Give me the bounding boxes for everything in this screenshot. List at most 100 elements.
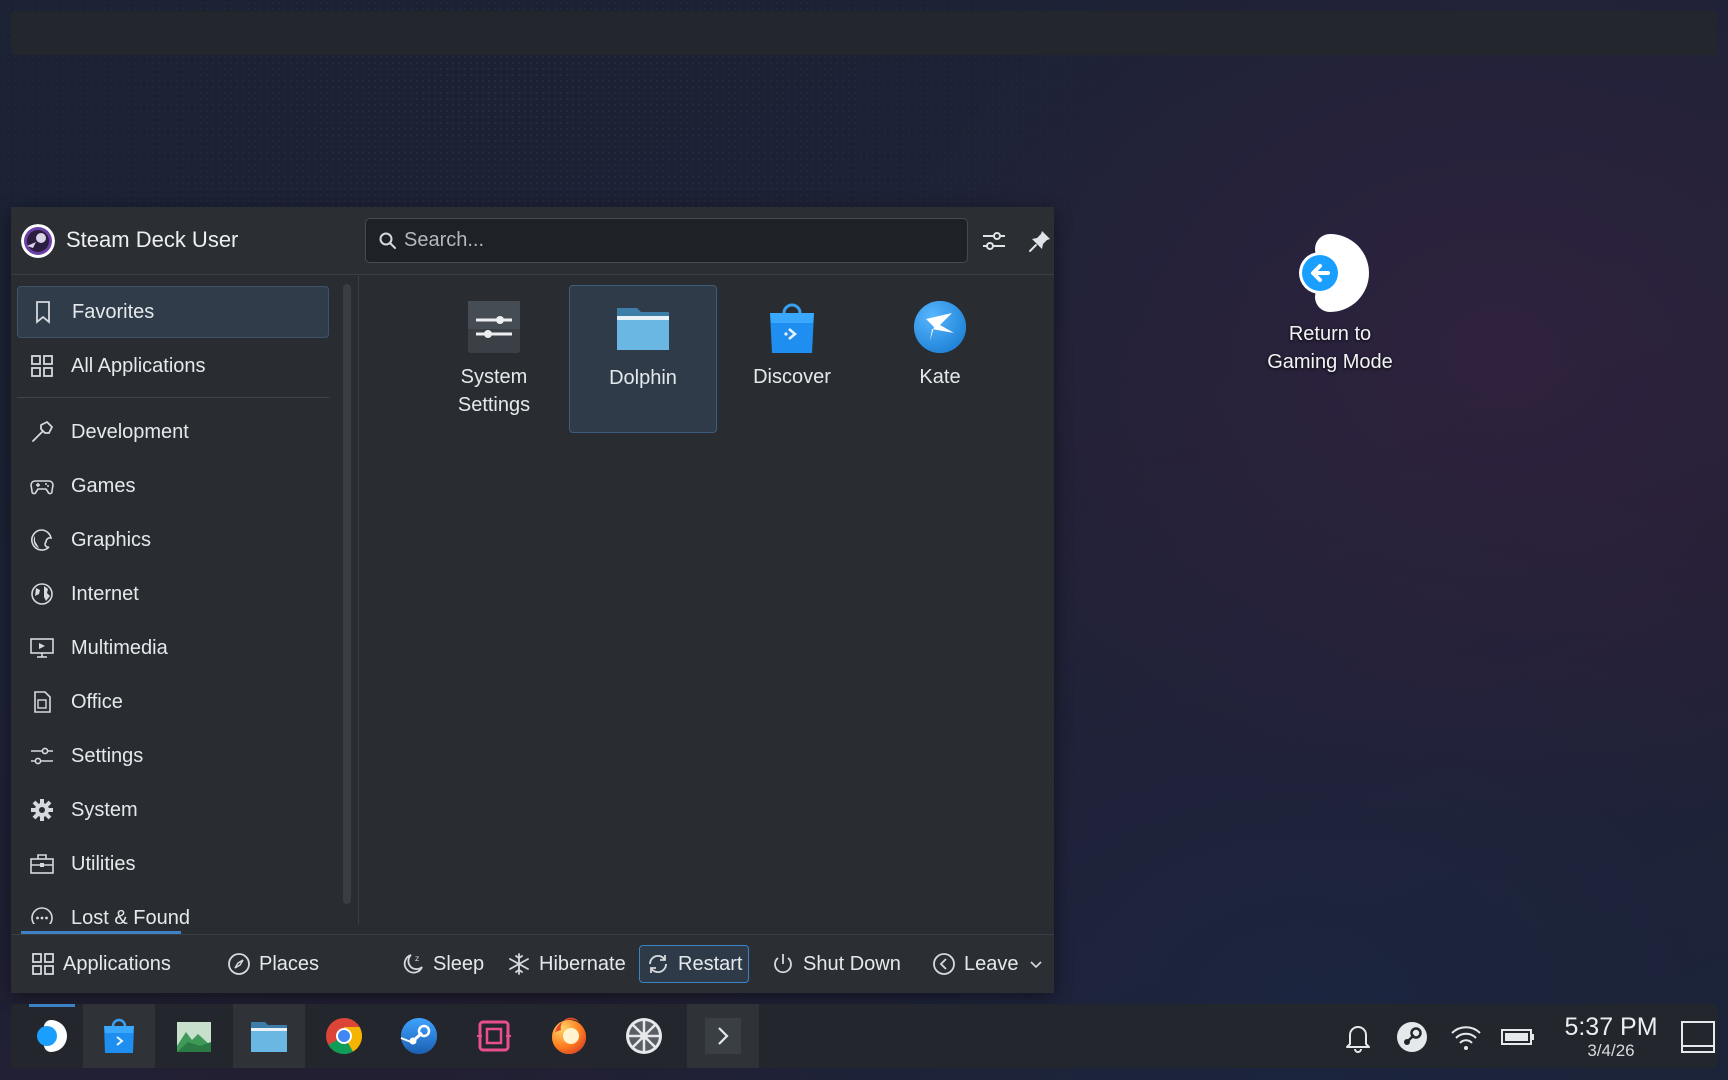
- user-avatar[interactable]: [21, 224, 55, 258]
- shutdown-button[interactable]: Shut Down: [765, 945, 907, 983]
- gear-icon: [31, 799, 53, 821]
- hammer-icon: [32, 421, 53, 442]
- terminal-icon: [705, 1018, 741, 1054]
- app-system-settings[interactable]: System Settings: [420, 285, 568, 433]
- clock-time: 5:37 PM: [1564, 1013, 1658, 1041]
- svg-text:z: z: [415, 954, 419, 963]
- firefox-icon: [552, 1017, 586, 1054]
- hibernate-button[interactable]: Hibernate: [501, 945, 632, 983]
- sliders-icon: [31, 747, 53, 765]
- bookmark-icon: [36, 301, 50, 324]
- sidebar-item-graphics[interactable]: Graphics: [17, 514, 329, 566]
- app-kate[interactable]: Kate: [866, 285, 1014, 433]
- launcher-header: Steam Deck User: [11, 207, 1054, 275]
- sidebar-item-label: Settings: [71, 744, 144, 767]
- taskbar-app-launcher[interactable]: [15, 1004, 87, 1068]
- leave-label: Leave: [964, 952, 1019, 975]
- taskbar-discover[interactable]: [83, 1004, 155, 1068]
- sidebar-item-label: Utilities: [71, 852, 136, 875]
- taskbar-aperture[interactable]: [608, 1004, 680, 1068]
- taskbar-screen-capture[interactable]: [458, 1004, 530, 1068]
- sidebar-item-utilities[interactable]: Utilities: [17, 838, 329, 890]
- steamdeck-launcher-icon: [37, 1020, 67, 1052]
- tab-applications[interactable]: Applications: [25, 945, 177, 983]
- pin-icon[interactable]: [1027, 228, 1053, 254]
- sidebar-item-label: Development: [71, 420, 189, 443]
- grid-icon: [32, 953, 54, 975]
- shopping-bag-icon: [770, 303, 814, 353]
- sidebar-item-label: All Applications: [71, 354, 206, 377]
- sidebar-item-multimedia[interactable]: Multimedia: [17, 622, 329, 674]
- moon-sleep-icon: z: [403, 954, 423, 974]
- sidebar-item-development[interactable]: Development: [17, 406, 329, 458]
- grid-icon: [31, 355, 53, 377]
- sidebar-item-system[interactable]: System: [17, 784, 329, 836]
- steam-icon: [400, 1018, 437, 1054]
- toolbox-icon: [30, 854, 54, 874]
- ellipsis-circle-icon: [31, 907, 53, 924]
- sidebar-item-label: Favorites: [72, 300, 155, 323]
- app-discover[interactable]: Discover: [718, 285, 866, 433]
- launcher-footer: Applications Places z Sleep Hibernate Re…: [11, 934, 1054, 993]
- leave-button[interactable]: Leave: [926, 945, 1049, 983]
- leave-icon: [933, 953, 955, 975]
- tab-places[interactable]: Places: [221, 945, 325, 983]
- power-icon: [774, 954, 792, 974]
- compass-icon: [228, 953, 250, 975]
- restart-button[interactable]: Restart: [639, 945, 750, 983]
- steam-tray-icon[interactable]: [1395, 1020, 1429, 1054]
- aperture-icon: [626, 1018, 662, 1054]
- hibernate-label: Hibernate: [539, 952, 626, 975]
- bell-icon[interactable]: [1341, 1020, 1375, 1054]
- snowflake-icon: [509, 953, 529, 975]
- sidebar-item-label: Graphics: [71, 528, 152, 551]
- tab-applications-label: Applications: [63, 952, 171, 975]
- folder-icon: [617, 308, 669, 350]
- system-settings-icon: [468, 301, 520, 353]
- globe-icon: [31, 583, 53, 605]
- kate-bird-icon: [914, 301, 966, 353]
- shutdown-label: Shut Down: [803, 952, 901, 975]
- taskbar-dolphin[interactable]: [233, 1004, 305, 1068]
- sidebar-item-label: Internet: [71, 582, 139, 605]
- return-to-gaming-mode-label: Return to Gaming Mode: [1267, 323, 1393, 373]
- sidebar-item-favorites[interactable]: Favorites: [17, 286, 329, 338]
- restart-label: Restart: [678, 952, 743, 975]
- sidebar-item-games[interactable]: Games: [17, 460, 329, 512]
- taskbar-gwenview[interactable]: [158, 1004, 230, 1068]
- app-dolphin[interactable]: Dolphin: [569, 285, 717, 433]
- sleep-label: Sleep: [433, 952, 485, 975]
- search-input[interactable]: [404, 219, 944, 262]
- sidebar-item-office[interactable]: Office: [17, 676, 329, 728]
- sidebar-item-all-applications[interactable]: All Applications: [17, 340, 329, 392]
- configure-sliders-icon[interactable]: [981, 228, 1007, 254]
- wifi-icon[interactable]: [1449, 1020, 1483, 1054]
- sidebar-item-lost-and-found[interactable]: Lost & Found: [17, 892, 329, 924]
- search-box[interactable]: [365, 218, 968, 263]
- taskbar-konsole[interactable]: [687, 1004, 759, 1068]
- active-indicator: [29, 1004, 75, 1007]
- sleep-button[interactable]: z Sleep: [395, 945, 490, 983]
- battery-icon[interactable]: [1501, 1020, 1535, 1054]
- show-desktop-icon[interactable]: [1681, 1020, 1715, 1054]
- return-to-gaming-mode-shortcut[interactable]: Return to Gaming Mode: [1248, 232, 1412, 376]
- taskbar: 5:37 PM 3/4/26: [11, 1004, 1717, 1068]
- gamepad-icon: [30, 480, 54, 495]
- taskbar-chrome[interactable]: [308, 1004, 380, 1068]
- taskbar-firefox[interactable]: [533, 1004, 605, 1068]
- app-label: Kate: [919, 366, 961, 388]
- sidebar-item-internet[interactable]: Internet: [17, 568, 329, 620]
- taskbar-steam[interactable]: [383, 1004, 455, 1068]
- app-label: System Settings: [457, 366, 531, 416]
- digital-clock[interactable]: 5:37 PM 3/4/26: [1551, 1013, 1671, 1061]
- panel-divider: [358, 276, 359, 924]
- sidebar-item-label: Multimedia: [71, 636, 168, 659]
- user-name: Steam Deck User: [66, 227, 239, 252]
- sidebar-scrollbar[interactable]: [343, 284, 351, 904]
- top-panel: [11, 11, 1717, 55]
- capture-icon: [477, 1020, 511, 1052]
- sidebar-separator: [17, 397, 329, 398]
- sidebar-item-settings[interactable]: Settings: [17, 730, 329, 782]
- tab-places-label: Places: [259, 952, 320, 975]
- chrome-icon: [326, 1018, 363, 1055]
